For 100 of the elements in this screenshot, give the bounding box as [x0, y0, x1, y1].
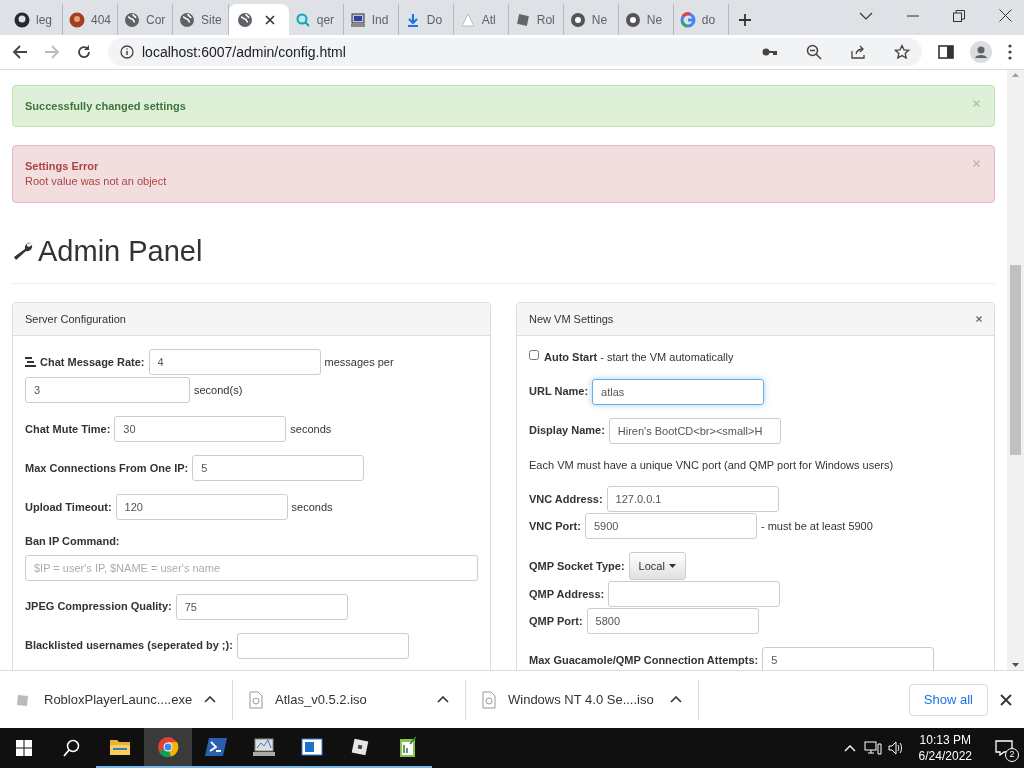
file-name: Windows NT 4.0 Se....iso: [508, 690, 655, 709]
share-icon[interactable]: [850, 44, 866, 60]
tab-title: Site: [201, 11, 222, 29]
caret-up-icon[interactable]: [437, 696, 449, 703]
round-logo-icon: [14, 11, 30, 28]
input-field[interactable]: 5: [192, 455, 365, 481]
round-logo-icon: [69, 11, 85, 28]
input-field[interactable]: 5800: [586, 608, 759, 634]
input-field[interactable]: [608, 581, 781, 607]
checkbox[interactable]: [529, 350, 539, 360]
key-icon[interactable]: [762, 47, 778, 57]
restore-icon[interactable]: [953, 9, 965, 22]
panel-title: New VM Settings: [529, 311, 614, 327]
input-field[interactable]: 120: [115, 494, 288, 520]
field-suffix: seconds: [291, 499, 333, 515]
input-field[interactable]: atlas: [592, 378, 765, 405]
download-item[interactable]: RobloxPlayerLaunc....exe: [0, 679, 233, 720]
dropdown-button[interactable]: Local: [628, 552, 686, 580]
tab-title: 404: [91, 11, 112, 29]
avatar-icon[interactable]: [970, 41, 992, 63]
reload-icon[interactable]: [76, 44, 92, 60]
side-panel-icon[interactable]: [938, 44, 954, 60]
close-icon[interactable]: [264, 14, 275, 25]
tab-title: Ne: [646, 11, 663, 29]
field-label: Max Connections From One IP:: [25, 460, 189, 476]
back-icon[interactable]: [12, 44, 28, 60]
browser-logo-icon[interactable]: [144, 728, 192, 768]
field-suffix: messages per: [324, 354, 394, 370]
close-icon[interactable]: [999, 9, 1012, 22]
search-icon: [294, 11, 311, 28]
field-label: VNC Port:: [529, 518, 581, 534]
chevron-down-icon[interactable]: [859, 11, 873, 20]
field-label: Display Name:: [529, 423, 605, 439]
field-label: Chat Mute Time:: [25, 421, 111, 437]
tab-title: leg: [36, 11, 52, 29]
scrollbar-thumb[interactable]: [1010, 265, 1021, 455]
file-name: Atlas_v0.5.2.iso: [275, 690, 368, 709]
field-label: QMP Socket Type:: [529, 558, 625, 574]
field-label: Blacklisted usernames (seperated by ;):: [25, 638, 233, 654]
minimize-icon[interactable]: [907, 14, 919, 17]
close-icon[interactable]: [1000, 693, 1012, 706]
field-label: URL Name:: [529, 384, 589, 400]
input-field[interactable]: 5900: [584, 513, 757, 539]
info-text: Each VM must have a unique VNC port (and QMP port for Windows users): [529, 457, 895, 473]
tab-title: Atl: [481, 11, 496, 29]
tab-title: Cor: [146, 11, 166, 29]
scroll-down-icon[interactable]: [1012, 663, 1019, 667]
input-field[interactable]: 75: [175, 593, 348, 620]
field-label: Upload Timeout:: [25, 499, 112, 515]
alert-title: Settings Error: [25, 159, 99, 173]
star-icon[interactable]: [894, 44, 910, 60]
globe-icon: [236, 11, 253, 28]
notification-count: 2: [1005, 748, 1019, 762]
download-item[interactable]: Atlas_v0.5.2.iso: [233, 679, 466, 720]
field-label: QMP Port:: [529, 613, 583, 629]
globe-icon: [124, 11, 141, 28]
input-field[interactable]: 3: [25, 377, 190, 403]
browser-tab[interactable]: [228, 4, 289, 35]
input-field[interactable]: 5: [762, 647, 935, 670]
tab-title: Ind: [371, 11, 389, 29]
field-label: QMP Address:: [529, 586, 605, 602]
clock-time: 10:13 PM: [919, 732, 971, 748]
clock[interactable]: 10:13 PM 6/24/2022: [918, 732, 972, 764]
wrench-icon: [12, 241, 34, 261]
file-icon: [249, 690, 263, 709]
caret-up-icon[interactable]: [204, 696, 217, 703]
triangle-icon: [459, 11, 476, 28]
field-label: Max Guacamole/QMP Connection Attempts:: [529, 652, 759, 668]
round-logo-icon: [624, 11, 641, 28]
input-field[interactable]: $IP = user's IP, $NAME = user's name: [25, 554, 478, 581]
chevron-up-icon[interactable]: [843, 744, 856, 752]
download-item[interactable]: Windows NT 4.0 Se....iso: [466, 679, 699, 720]
info-icon[interactable]: [120, 45, 134, 59]
checkbox-label: Auto Start - start the VM automatically: [544, 350, 734, 365]
input-field[interactable]: Hiren's BootCD<br><small>H: [608, 417, 781, 444]
volume-icon[interactable]: [887, 741, 904, 755]
input-field[interactable]: 30: [114, 416, 287, 442]
menu-icon[interactable]: [1008, 44, 1012, 60]
globe-icon: [179, 11, 196, 28]
input-field[interactable]: 127.0.0.1: [606, 486, 779, 512]
tab-title: Ne: [591, 11, 608, 29]
field-suffix: seconds: [290, 421, 332, 437]
field-label: JPEG Compression Quality:: [25, 599, 172, 615]
panel-title: Server Configuration: [25, 311, 126, 327]
tab-title: do: [701, 11, 716, 29]
field-suffix: - must be at least 5900: [760, 518, 873, 534]
clock-date: 6/24/2022: [918, 748, 972, 764]
network-icon[interactable]: [863, 740, 882, 756]
text-lines-icon: [25, 357, 36, 367]
input-field[interactable]: [236, 632, 409, 659]
field-label: VNC Address:: [529, 491, 603, 507]
input-field[interactable]: 4: [148, 349, 321, 375]
show-all-button[interactable]: Show all: [908, 683, 988, 716]
address-bar[interactable]: localhost:6007/admin/config.html: [108, 38, 922, 66]
round-logo-icon: [569, 11, 586, 28]
alert-message: Root value was not an object: [25, 174, 167, 189]
alert-title: Successfully changed settings: [25, 99, 186, 113]
zoom-out-icon[interactable]: [806, 44, 822, 60]
notification-icon[interactable]: [995, 740, 1013, 756]
caret-up-icon[interactable]: [670, 696, 682, 703]
